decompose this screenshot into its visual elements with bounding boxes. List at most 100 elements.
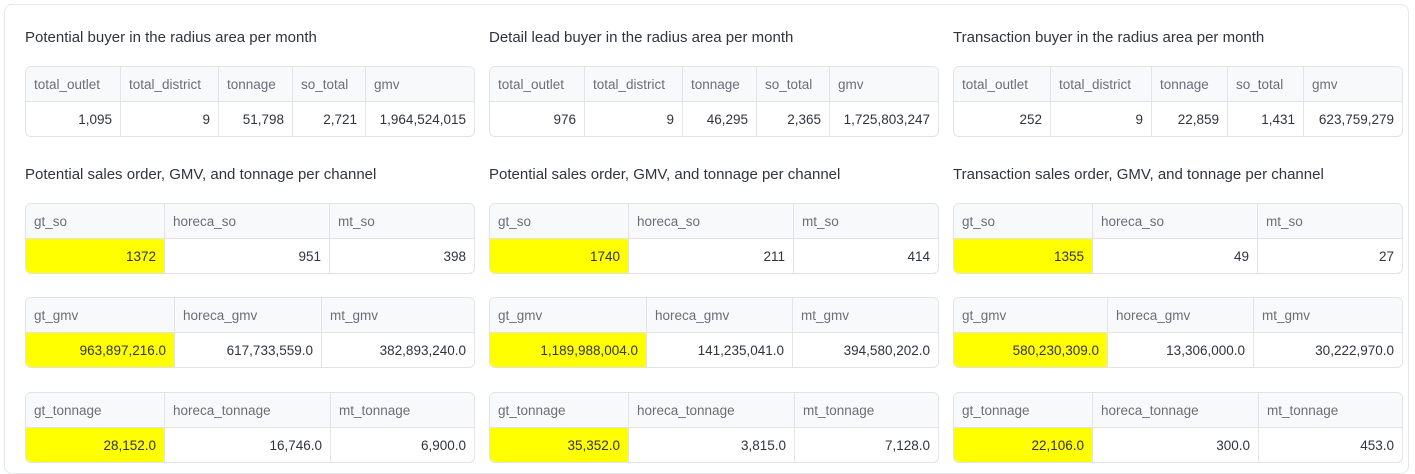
- table-cell[interactable]: 398: [330, 239, 474, 273]
- column-header[interactable]: mt_so: [330, 204, 474, 239]
- table-cell[interactable]: 1,431: [1228, 102, 1304, 136]
- table-cell[interactable]: 617,733,559.0: [175, 333, 322, 367]
- table-cell[interactable]: 51,798: [219, 102, 293, 136]
- table-cell[interactable]: 1,964,524,015: [366, 102, 474, 136]
- highlighted-cell[interactable]: 1372: [26, 239, 165, 273]
- table-cell[interactable]: 2,365: [757, 102, 830, 136]
- gmv-table[interactable]: gt_gmv horeca_gmv mt_gmv 1,189,988,004.0…: [489, 297, 939, 368]
- table-cell[interactable]: 300.0: [1093, 428, 1259, 462]
- table-cell[interactable]: 1,725,803,247: [830, 102, 938, 136]
- column-header[interactable]: gt_so: [954, 204, 1093, 239]
- table-cell[interactable]: 9: [121, 102, 219, 136]
- column-header[interactable]: so_total: [757, 67, 830, 102]
- highlighted-cell[interactable]: 22,106.0: [954, 428, 1093, 462]
- table-cell[interactable]: 22,859: [1152, 102, 1228, 136]
- tonnage-table[interactable]: gt_tonnage horeca_tonnage mt_tonnage 28,…: [25, 392, 475, 463]
- column-header[interactable]: horeca_so: [1093, 204, 1258, 239]
- column-header[interactable]: total_district: [121, 67, 219, 102]
- column-header[interactable]: total_district: [1051, 67, 1152, 102]
- column-header[interactable]: gmv: [366, 67, 474, 102]
- table-cell[interactable]: 141,235,041.0: [647, 333, 793, 367]
- column-header[interactable]: total_district: [585, 67, 683, 102]
- column-header[interactable]: gt_gmv: [954, 298, 1108, 333]
- table-cell[interactable]: 9: [1051, 102, 1152, 136]
- column-header[interactable]: tonnage: [219, 67, 293, 102]
- column-header[interactable]: horeca_tonnage: [165, 393, 331, 428]
- column-header[interactable]: horeca_gmv: [1108, 298, 1254, 333]
- table-cell[interactable]: 623,759,279: [1304, 102, 1402, 136]
- column-header[interactable]: horeca_so: [165, 204, 330, 239]
- tonnage-table[interactable]: gt_tonnage horeca_tonnage mt_tonnage 35,…: [489, 392, 939, 463]
- column-header[interactable]: gt_gmv: [26, 298, 175, 333]
- column-header[interactable]: mt_so: [1258, 204, 1402, 239]
- table-cell[interactable]: 2,721: [293, 102, 366, 136]
- column-header[interactable]: gt_tonnage: [490, 393, 629, 428]
- column-header[interactable]: gmv: [1304, 67, 1402, 102]
- table-row: 35,352.0 3,815.0 7,128.0: [490, 428, 938, 462]
- column-header[interactable]: mt_gmv: [1254, 298, 1402, 333]
- column-header[interactable]: so_total: [293, 67, 366, 102]
- highlighted-cell[interactable]: 1355: [954, 239, 1093, 273]
- column-header[interactable]: tonnage: [1152, 67, 1228, 102]
- column-header[interactable]: tonnage: [683, 67, 757, 102]
- summary-table[interactable]: total_outlet total_district tonnage so_t…: [489, 66, 939, 137]
- highlighted-cell[interactable]: 1,189,988,004.0: [490, 333, 647, 367]
- table-row: 1355 49 27: [954, 239, 1402, 273]
- column-header[interactable]: gt_tonnage: [26, 393, 165, 428]
- so-table[interactable]: gt_so horeca_so mt_so 1355 49 27: [953, 203, 1403, 274]
- summary-table[interactable]: total_outlet total_district tonnage so_t…: [25, 66, 475, 137]
- table-cell[interactable]: 27: [1258, 239, 1402, 273]
- column-header[interactable]: total_outlet: [954, 67, 1051, 102]
- gmv-table[interactable]: gt_gmv horeca_gmv mt_gmv 963,897,216.0 6…: [25, 297, 475, 368]
- column-header[interactable]: mt_gmv: [793, 298, 938, 333]
- column-header[interactable]: mt_tonnage: [1259, 393, 1402, 428]
- column-header[interactable]: mt_so: [794, 204, 938, 239]
- summary-title: Detail lead buyer in the radius area per…: [489, 29, 794, 46]
- column-header[interactable]: total_outlet: [26, 67, 121, 102]
- table-cell[interactable]: 7,128.0: [795, 428, 938, 462]
- column-header[interactable]: so_total: [1228, 67, 1304, 102]
- table-cell[interactable]: 16,746.0: [165, 428, 331, 462]
- table-cell[interactable]: 46,295: [683, 102, 757, 136]
- column-header[interactable]: gt_tonnage: [954, 393, 1093, 428]
- column-header[interactable]: gt_so: [26, 204, 165, 239]
- table-cell[interactable]: 13,306,000.0: [1108, 333, 1254, 367]
- table-cell[interactable]: 252: [954, 102, 1051, 136]
- table-cell[interactable]: 976: [490, 102, 585, 136]
- table-cell[interactable]: 30,222,970.0: [1254, 333, 1402, 367]
- table-cell[interactable]: 49: [1093, 239, 1258, 273]
- column-header[interactable]: mt_gmv: [322, 298, 474, 333]
- table-cell[interactable]: 9: [585, 102, 683, 136]
- table-cell[interactable]: 3,815.0: [629, 428, 795, 462]
- column-header[interactable]: horeca_gmv: [647, 298, 793, 333]
- column-header[interactable]: horeca_so: [629, 204, 794, 239]
- column-header[interactable]: horeca_tonnage: [629, 393, 795, 428]
- highlighted-cell[interactable]: 1740: [490, 239, 629, 273]
- table-cell[interactable]: 6,900.0: [331, 428, 474, 462]
- highlighted-cell[interactable]: 580,230,309.0: [954, 333, 1108, 367]
- column-header[interactable]: mt_tonnage: [331, 393, 474, 428]
- highlighted-cell[interactable]: 963,897,216.0: [26, 333, 175, 367]
- column-header[interactable]: gmv: [830, 67, 938, 102]
- gmv-table[interactable]: gt_gmv horeca_gmv mt_gmv 580,230,309.0 1…: [953, 297, 1403, 368]
- summary-table[interactable]: total_outlet total_district tonnage so_t…: [953, 66, 1403, 137]
- highlighted-cell[interactable]: 35,352.0: [490, 428, 629, 462]
- column-header[interactable]: gt_so: [490, 204, 629, 239]
- table-cell[interactable]: 382,893,240.0: [322, 333, 474, 367]
- table-cell[interactable]: 1,095: [26, 102, 121, 136]
- so-table[interactable]: gt_so horeca_so mt_so 1372 951 398: [25, 203, 475, 274]
- table-cell[interactable]: 211: [629, 239, 794, 273]
- column-header[interactable]: horeca_gmv: [175, 298, 322, 333]
- column-header[interactable]: mt_tonnage: [795, 393, 938, 428]
- table-cell[interactable]: 394,580,202.0: [793, 333, 938, 367]
- so-table[interactable]: gt_so horeca_so mt_so 1740 211 414: [489, 203, 939, 274]
- table-cell[interactable]: 951: [165, 239, 330, 273]
- table-cell[interactable]: 414: [794, 239, 938, 273]
- column-header[interactable]: gt_gmv: [490, 298, 647, 333]
- highlighted-cell[interactable]: 28,152.0: [26, 428, 165, 462]
- tonnage-table[interactable]: gt_tonnage horeca_tonnage mt_tonnage 22,…: [953, 392, 1403, 463]
- table-cell[interactable]: 453.0: [1259, 428, 1402, 462]
- column-header[interactable]: total_outlet: [490, 67, 585, 102]
- column-header[interactable]: horeca_tonnage: [1093, 393, 1259, 428]
- summary-title: Transaction buyer in the radius area per…: [953, 29, 1265, 46]
